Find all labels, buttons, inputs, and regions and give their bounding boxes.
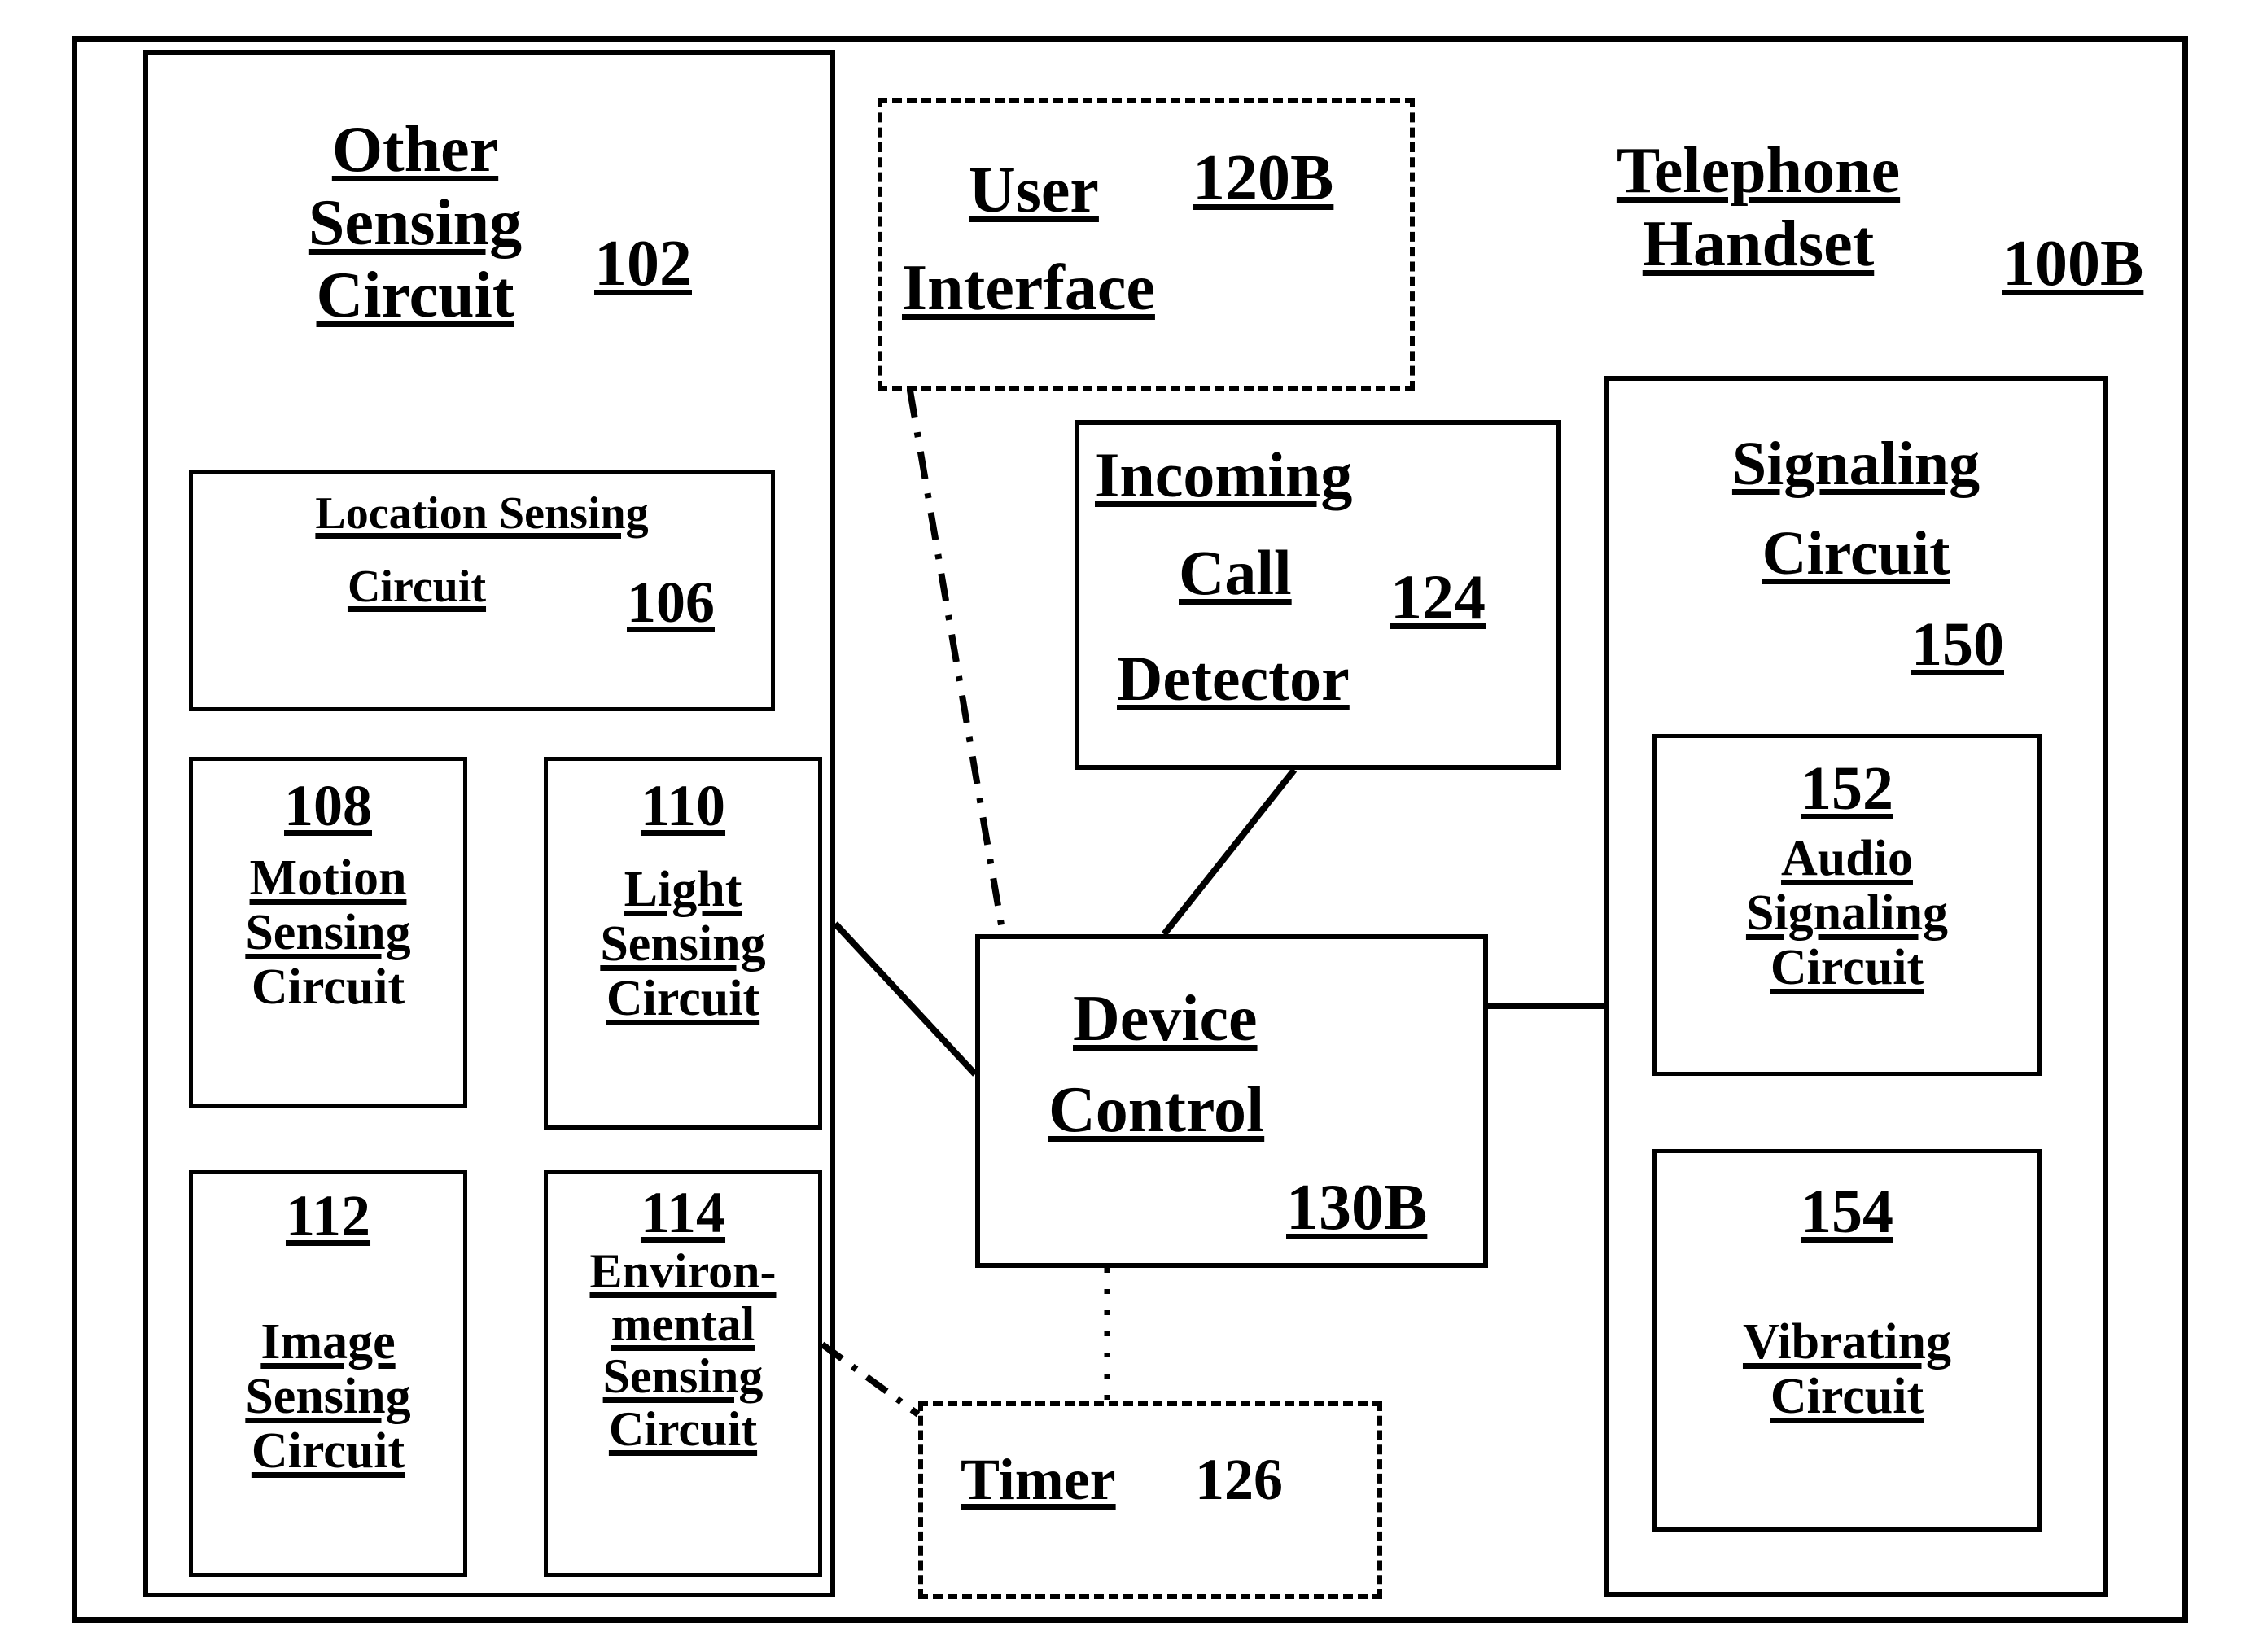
telephone-handset-title: Telephone Handset [1616,135,1901,280]
location-sensing-line1: Location Sensing [315,488,649,539]
signaling-circuit-line1: Signaling [1731,430,1981,498]
incoming-call-detector-ref: 124 [1390,562,1486,632]
user-interface-line2: Interface [902,252,1155,324]
incoming-call-detector-line1: Incoming [1095,439,1353,510]
environmental-sensing-circuit-text: 114 Environ- mental Sensing Circuit [589,1180,777,1457]
timer-ref: 126 [1195,1447,1283,1512]
motion-sensing-circuit-text: 108 Motion Sensing Circuit [245,773,411,1015]
signaling-circuit-line2: Circuit [1762,519,1950,588]
location-sensing-ref: 106 [627,570,715,635]
device-control-ref: 130B [1286,1172,1428,1243]
device-control-line2: Control [1048,1074,1265,1146]
other-sensing-circuit-ref: 102 [594,228,692,299]
incoming-call-detector-line2: Call [1179,537,1292,608]
telephone-handset-ref: 100B [2002,228,2144,299]
signaling-circuit-ref: 150 [1911,610,2004,679]
image-sensing-circuit-text: 112 Image Sensing Circuit [245,1183,411,1479]
other-sensing-circuit-title: Other Sensing Circuit [308,114,523,332]
light-sensing-circuit-text: 110 Light Sensing Circuit [600,773,766,1026]
user-interface-line1: User [969,155,1099,226]
location-sensing-line2: Circuit [347,562,487,612]
incoming-call-detector-line3: Detector [1117,643,1350,714]
vibrating-circuit-text: 154 Vibrating Circuit [1742,1178,1952,1425]
device-control-line1: Device [1073,983,1258,1055]
user-interface-ref: 120B [1193,142,1334,214]
timer-label: Timer [961,1447,1116,1512]
user-interface-box[interactable] [878,98,1415,391]
audio-signaling-circuit-text: 152 Audio Signaling Circuit [1745,754,1949,995]
patent-figure-canvas: Other Sensing Circuit 102 Location Sensi… [0,0,2241,1652]
